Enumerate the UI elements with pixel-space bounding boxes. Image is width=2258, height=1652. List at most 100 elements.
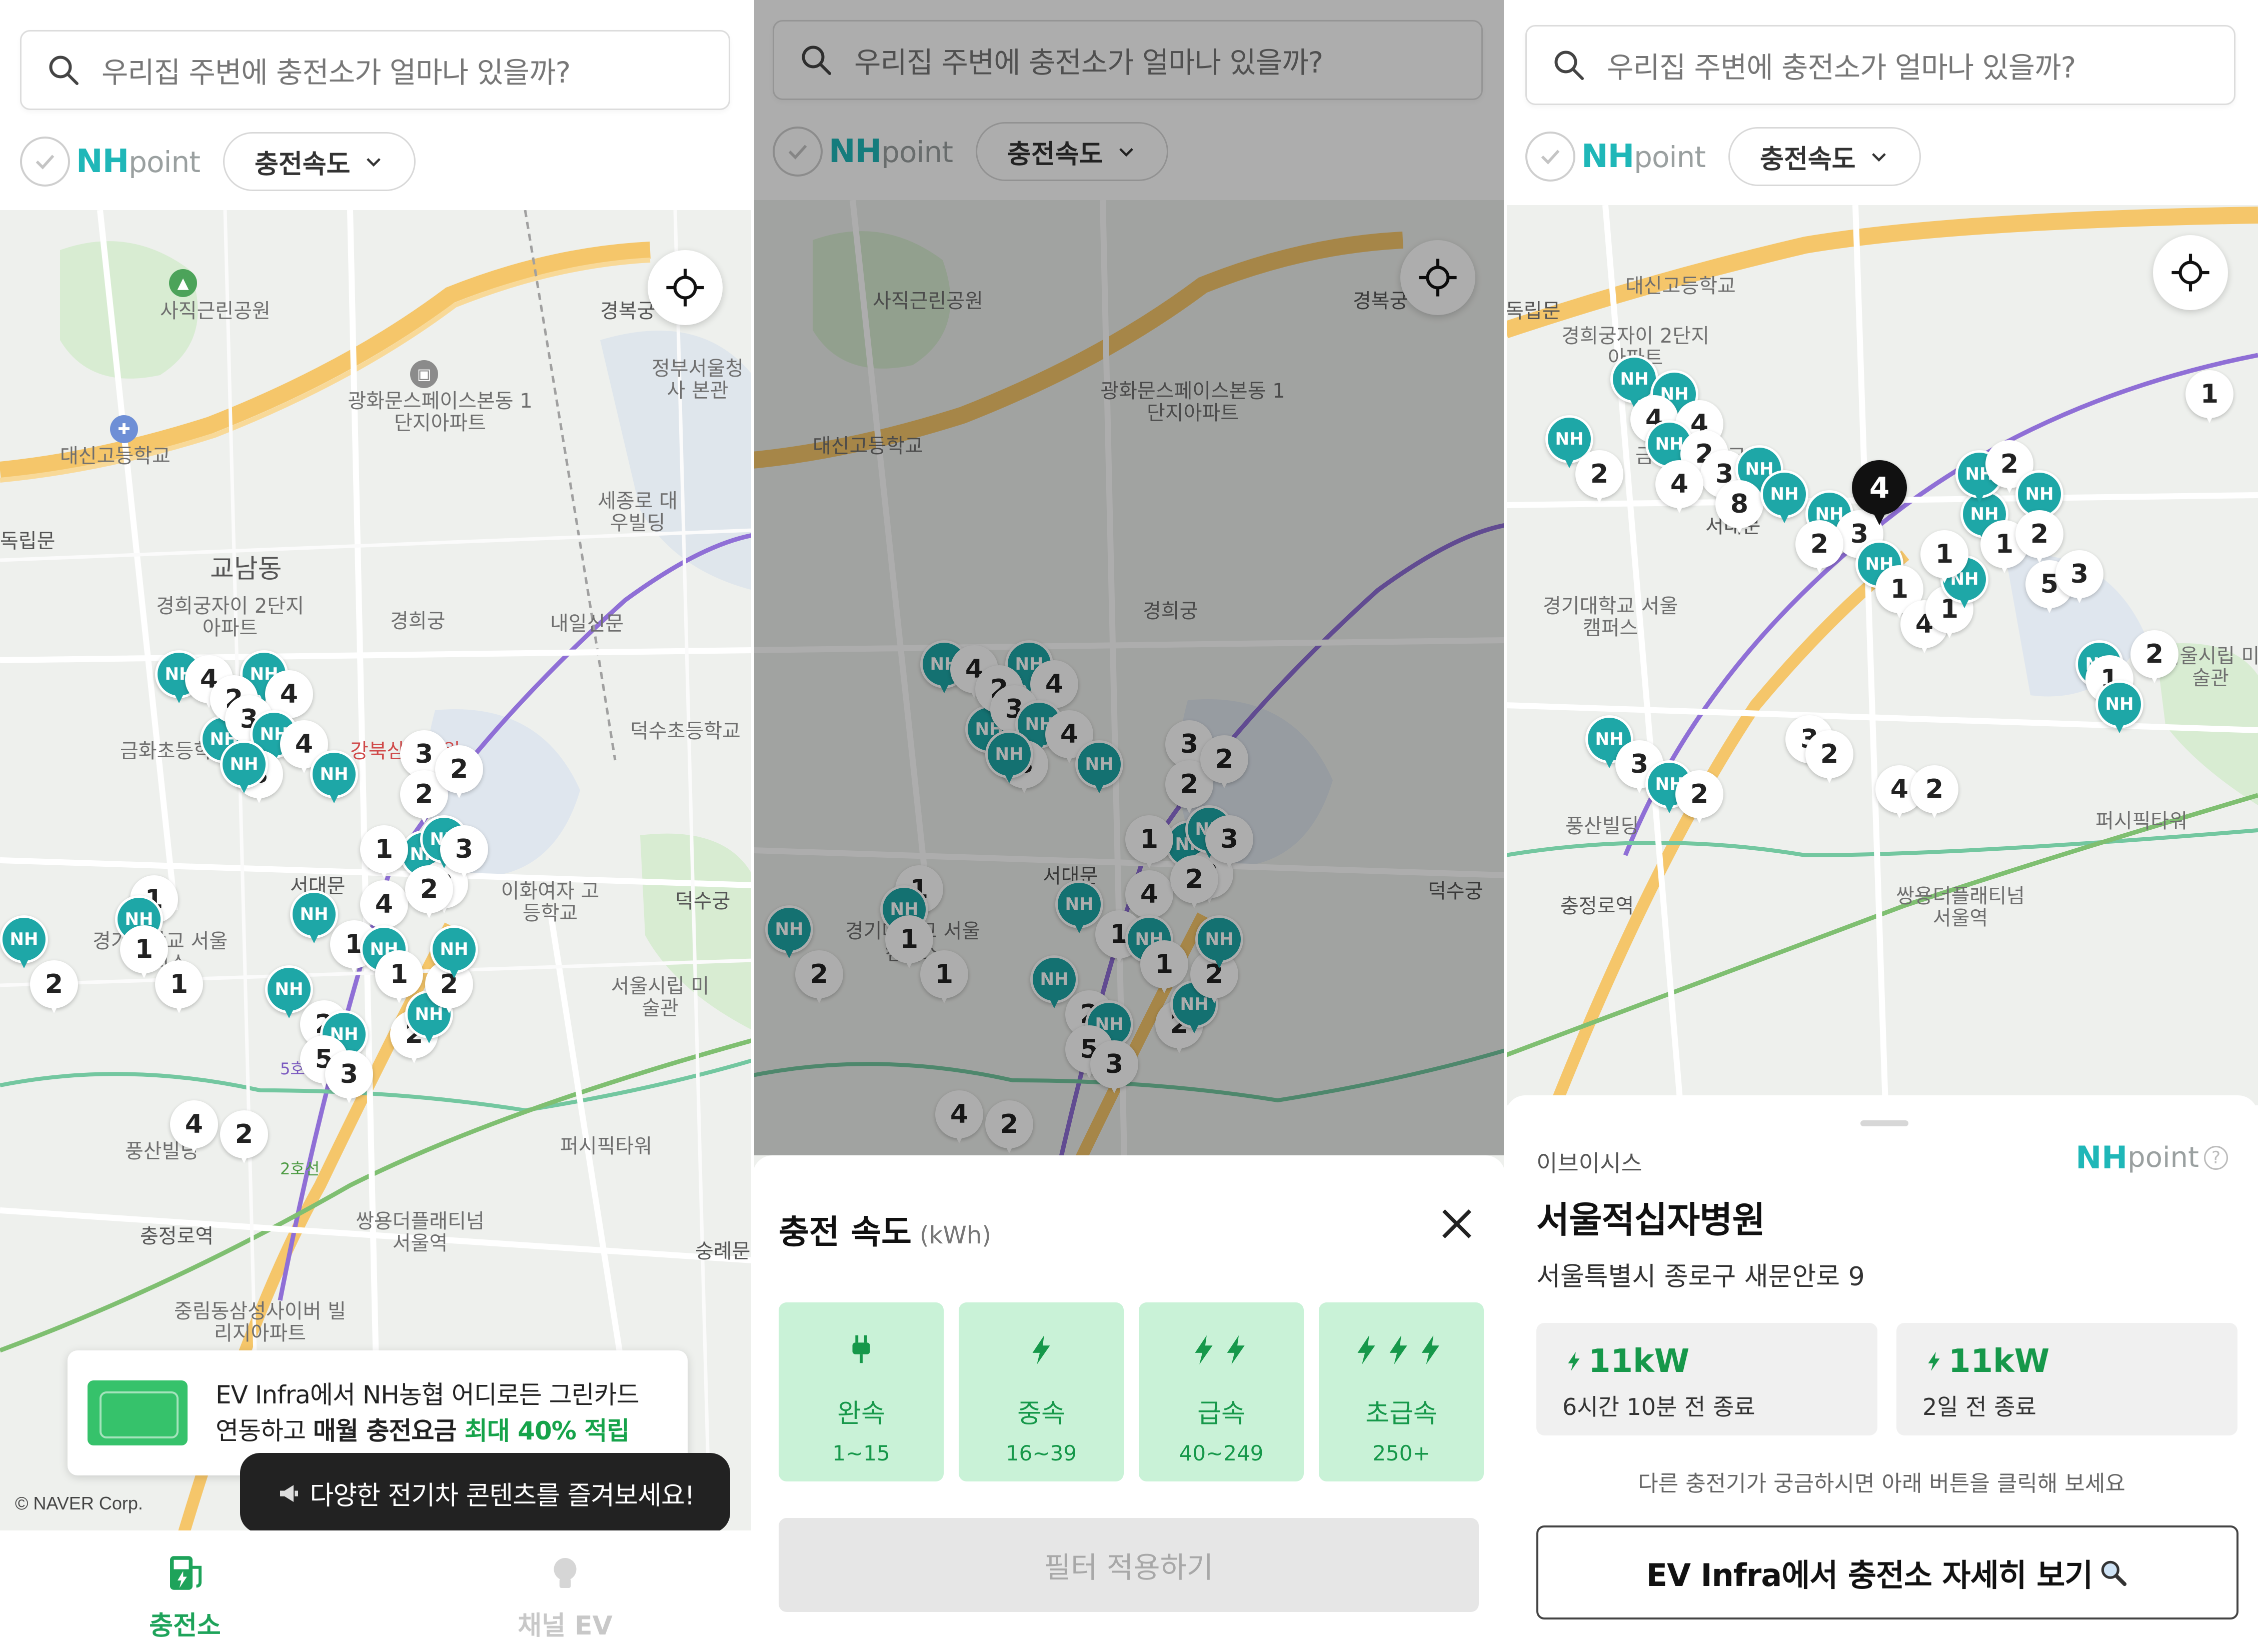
charging-speed-filter[interactable]: 충전속도 bbox=[1728, 127, 1921, 186]
map-label-jungnim: 중림동삼성사이버 빌리지아파트 bbox=[174, 1300, 346, 1345]
pin-tail bbox=[187, 1139, 201, 1153]
charger-status: 6시간 10분 전 종료 bbox=[1562, 1393, 1755, 1420]
station-name: 서울적십자병원 bbox=[1536, 1199, 1765, 1241]
bolt-icon bbox=[1568, 1351, 1580, 1371]
view-details-button[interactable]: EV Infra에서 충전소 자세히 보기 bbox=[1536, 1525, 2238, 1619]
map-label-gwanghwamun-apt: 광화문스페이스본동 1단지아파트 bbox=[348, 390, 533, 435]
speed-chip-label: 충전속도 bbox=[1760, 144, 1856, 175]
pin-tail bbox=[297, 759, 311, 773]
promo-line2b: 매월 충전요금 bbox=[313, 1416, 465, 1445]
cluster-pin[interactable]: 4 bbox=[1655, 460, 1703, 519]
tab-stations[interactable]: 충전소 bbox=[110, 1550, 260, 1642]
green-card-image bbox=[88, 1380, 188, 1445]
pin-tail bbox=[1592, 489, 1606, 503]
help-icon[interactable]: ? bbox=[2204, 1145, 2228, 1170]
cluster-pin[interactable]: 2 bbox=[1805, 730, 1853, 789]
search-placeholder: 우리집 주변에 충전소가 얼마나 있을까? bbox=[102, 56, 571, 90]
cluster-pin[interactable]: 2 bbox=[220, 1110, 268, 1169]
cluster-pin[interactable]: 2 bbox=[2130, 630, 2178, 689]
station-operator: 이브이시스 bbox=[1536, 1150, 1642, 1177]
pin-tail bbox=[172, 999, 186, 1013]
map-label-sejongro: 세종로 대우빌딩 bbox=[598, 490, 678, 535]
filter-chips: NHpoint 충전속도 bbox=[1525, 124, 1921, 189]
current-location-button[interactable] bbox=[648, 250, 723, 325]
speed-option-medium[interactable]: 중속 16~39 bbox=[959, 1302, 1124, 1481]
search-input[interactable]: 우리집 주변에 충전소가 얼마나 있을까? bbox=[20, 30, 730, 110]
cluster-pin[interactable]: 2 bbox=[1675, 770, 1723, 829]
pin-tail bbox=[2147, 669, 2161, 683]
panel-divider bbox=[1504, 0, 1507, 1652]
building-icon: ▣ bbox=[410, 360, 438, 388]
pin-tail bbox=[327, 789, 341, 803]
cluster-pin[interactable]: 2 bbox=[405, 865, 453, 924]
charging-speed-filter[interactable]: 충전속도 bbox=[223, 132, 416, 191]
speed-option-ultra[interactable]: 초급속 250+ bbox=[1319, 1302, 1484, 1481]
sheet-drag-handle[interactable] bbox=[1860, 1120, 1908, 1126]
map-view[interactable]: 사직근린공원 ▲ 경복궁 정부서울청사 본관 광화문스페이스본동 1단지아파트 … bbox=[0, 210, 753, 1545]
pin-tail bbox=[2072, 589, 2086, 603]
modal-dim-overlay[interactable] bbox=[753, 0, 1505, 1155]
nh-logo-main: NH bbox=[76, 143, 129, 180]
cluster-pin[interactable]: 2 bbox=[30, 960, 78, 1019]
cluster-pin[interactable]: 2 bbox=[1795, 520, 1843, 579]
map-label-deoksugung: 덕수궁 bbox=[675, 890, 731, 913]
charger-power: 11kW bbox=[1922, 1343, 2237, 1380]
charger-card[interactable]: 11kW 6시간 10분 전 종료 bbox=[1536, 1323, 1877, 1435]
promo-text: EV Infra에서 NH농협 어디로든 그린카드 연동하고 매월 충전요금 최… bbox=[216, 1377, 640, 1449]
charger-card[interactable]: 11kW 2일 전 종료 bbox=[1896, 1323, 2237, 1435]
close-icon[interactable] bbox=[1434, 1201, 1479, 1246]
pin-tail bbox=[1892, 804, 1906, 818]
cluster-pin[interactable]: 2 bbox=[1910, 765, 1958, 824]
speed-option-slow[interactable]: 완속 1~15 bbox=[779, 1302, 944, 1481]
cluster-pin[interactable]: 1 bbox=[155, 960, 203, 1019]
tab-channel-ev[interactable]: 채널 EV bbox=[490, 1550, 640, 1642]
current-location-button[interactable] bbox=[2153, 235, 2228, 310]
cluster-pin[interactable]: 4 bbox=[170, 1100, 218, 1159]
cluster-pin[interactable]: 1 bbox=[2185, 370, 2233, 429]
bottom-navigation: 충전소 채널 EV bbox=[0, 1530, 753, 1652]
nh-station-pin[interactable]: NH bbox=[310, 750, 358, 809]
park-icon: ▲ bbox=[169, 269, 197, 297]
nh-point-checkbox[interactable] bbox=[20, 137, 70, 187]
nh-point-badge[interactable]: NH point? bbox=[2075, 1139, 2228, 1176]
pin-tail bbox=[342, 1089, 356, 1103]
tab-channel-label: 채널 EV bbox=[518, 1611, 613, 1641]
cluster-pin[interactable]: 1 bbox=[360, 825, 408, 884]
promo-line1: EV Infra에서 NH농협 어디로든 그린카드 bbox=[216, 1380, 640, 1409]
nh-station-pin[interactable]: NH bbox=[220, 740, 268, 799]
charger-power: 11kW bbox=[1562, 1343, 1877, 1380]
search-icon bbox=[49, 56, 79, 85]
speed-filter-sheet: 충전 속도 (kWh) 완속 1~15 중속 16~39 급속 40~249 초급… bbox=[753, 1155, 1505, 1652]
pin-tail bbox=[237, 779, 251, 793]
cluster-pin[interactable]: 3 bbox=[2055, 550, 2103, 609]
charger-status: 2일 전 종료 bbox=[1922, 1393, 2036, 1420]
apply-filter-button[interactable]: 필터 적용하기 bbox=[779, 1518, 1479, 1612]
megaphone-icon bbox=[280, 1485, 299, 1502]
pin-tail bbox=[1562, 454, 1576, 468]
magnifier-icon bbox=[2101, 1560, 2127, 1586]
cluster-pin[interactable]: 3 bbox=[325, 1050, 373, 1109]
map-view[interactable]: 대신고등학교 경희궁자이 2단지아파트 금화초등학교 독립문 서대문 경기대학교… bbox=[1505, 205, 2258, 1105]
nh-point-checkbox[interactable] bbox=[1525, 132, 1575, 182]
nh-badge-sub: point bbox=[2127, 1141, 2199, 1174]
pin-label: 4 bbox=[1852, 460, 1907, 515]
nh-logo-main: NH bbox=[1581, 138, 1634, 175]
pin-tail bbox=[1937, 569, 1951, 583]
nh-logo-sub: point bbox=[129, 145, 201, 179]
pin-tail bbox=[377, 864, 391, 878]
cluster-pin[interactable]: 2 bbox=[435, 745, 483, 804]
selected-station-pin[interactable]: 4 bbox=[1852, 460, 1907, 525]
map-label-chungjeongno: 충정로역 bbox=[1560, 895, 1634, 918]
speed-option-range: 16~39 bbox=[1005, 1441, 1077, 1465]
cluster-pin[interactable]: 2 bbox=[1575, 450, 1623, 509]
pin-tail bbox=[1777, 509, 1791, 523]
speed-option-fast[interactable]: 급속 40~249 bbox=[1139, 1302, 1304, 1481]
promo-line2: 연동하고 매월 충전요금 최대 40% 적립 bbox=[216, 1413, 639, 1449]
chevron-down-icon bbox=[367, 158, 381, 167]
search-icon bbox=[1554, 51, 1584, 80]
channel-tooltip: 다양한 전기차 콘텐츠를 즐겨보세요! bbox=[240, 1453, 730, 1547]
station-detail-sheet: 이브이시스 NH point? 서울적십자병원 서울특별시 종로구 새문안로 9 … bbox=[1505, 1095, 2258, 1652]
nh-station-pin[interactable]: NH bbox=[430, 925, 478, 984]
cluster-pin[interactable]: 8 bbox=[1715, 480, 1763, 539]
search-input[interactable]: 우리집 주변에 충전소가 얼마나 있을까? bbox=[1525, 25, 2235, 105]
